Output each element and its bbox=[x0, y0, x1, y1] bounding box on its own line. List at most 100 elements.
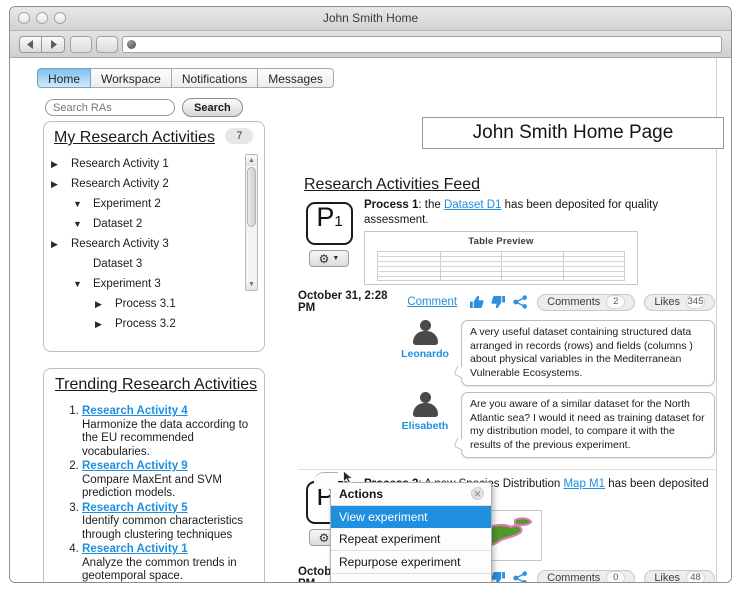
trending-research-activities-panel: Trending Research Activities Research Ac… bbox=[43, 368, 265, 583]
trending-list: Research Activity 4Harmonize the data ac… bbox=[56, 405, 254, 583]
comment-author-name[interactable]: Leonardo bbox=[394, 348, 456, 360]
scrollbar-thumb[interactable] bbox=[247, 167, 256, 227]
window-title: John Smith Home bbox=[322, 11, 419, 25]
forward-button[interactable] bbox=[42, 35, 65, 53]
feed-title: Research Activities Feed bbox=[304, 176, 481, 193]
post-actions-button[interactable]: ⚙ ▼ bbox=[309, 250, 349, 267]
comments-count: 2 bbox=[606, 295, 626, 309]
tab-home[interactable]: Home bbox=[37, 68, 92, 88]
tree-node[interactable]: Research Activity 1 bbox=[51, 154, 242, 174]
tree-scrollbar[interactable]: ▲ ▼ bbox=[245, 154, 258, 291]
share-icon[interactable] bbox=[513, 295, 528, 309]
table-preview[interactable]: Table Preview bbox=[364, 231, 638, 285]
tree-node-label: Research Activity 1 bbox=[71, 158, 169, 170]
chevron-down-icon[interactable] bbox=[73, 194, 85, 214]
chevron-right-icon[interactable] bbox=[51, 154, 63, 174]
menu-item-view-experiment[interactable]: View experiment bbox=[331, 506, 491, 528]
toolbar-button-1[interactable] bbox=[70, 35, 92, 53]
tree-node[interactable]: Research Activity 3 bbox=[51, 234, 242, 254]
address-bar[interactable] bbox=[122, 35, 722, 53]
tree-node[interactable]: Experiment 2 bbox=[51, 194, 242, 214]
tree-node[interactable]: Dataset 3 bbox=[51, 254, 242, 274]
globe-icon bbox=[127, 39, 136, 49]
tree-node[interactable]: Process 3.2 bbox=[51, 314, 242, 334]
avatar bbox=[411, 392, 440, 419]
trending-description: Harmonize the data according to the EU r… bbox=[82, 418, 249, 458]
likes-pill[interactable]: Likes 48 bbox=[644, 569, 715, 582]
tree-node[interactable]: Dataset 2 bbox=[51, 214, 242, 234]
tree-node[interactable]: Research Activity 2 bbox=[51, 174, 242, 194]
chevron-down-icon: ▼ bbox=[332, 255, 340, 262]
post-body: Process 1: the Dataset D1 has been depos… bbox=[364, 198, 715, 285]
search-button[interactable]: Search bbox=[182, 98, 243, 117]
likes-pill[interactable]: Likes 345 bbox=[644, 293, 715, 311]
chevron-right-icon[interactable] bbox=[95, 294, 107, 314]
trending-list-item: Research Activity 4Harmonize the data ac… bbox=[82, 405, 254, 459]
main-tabs: Home Workspace Notifications Messages bbox=[37, 68, 334, 88]
comments-count: 0 bbox=[606, 571, 626, 582]
comments-pill[interactable]: Comments 2 bbox=[537, 293, 636, 311]
thumbs-down-icon[interactable] bbox=[491, 295, 506, 309]
close-icon[interactable]: ✕ bbox=[471, 487, 484, 500]
scroll-down-arrow[interactable]: ▼ bbox=[246, 279, 257, 290]
page-title-box: John Smith Home Page bbox=[422, 117, 724, 149]
minimize-button[interactable] bbox=[36, 12, 48, 24]
chevron-right-icon[interactable] bbox=[51, 234, 63, 254]
close-button[interactable] bbox=[18, 12, 30, 24]
trending-description: Analyze the common trends in geotemporal… bbox=[82, 556, 237, 583]
mouse-cursor-icon bbox=[343, 470, 354, 484]
tab-notifications[interactable]: Notifications bbox=[171, 68, 259, 88]
tab-messages[interactable]: Messages bbox=[258, 68, 334, 88]
likes-count: 48 bbox=[686, 571, 705, 582]
post-reaction-icons bbox=[469, 295, 528, 309]
my-research-activities-panel: My Research Activities 7 Research Activi… bbox=[43, 121, 265, 352]
browser-window: John Smith Home Home Workspace Notificat… bbox=[9, 6, 732, 583]
chevron-right-icon[interactable] bbox=[95, 314, 107, 334]
post-meta-row: October 31, 2:28 PM Comment Comments 2 L… bbox=[298, 290, 715, 314]
trending-link[interactable]: Research Activity 9 bbox=[82, 460, 254, 474]
scroll-up-arrow[interactable]: ▲ bbox=[246, 155, 257, 166]
menu-item-repurpose-experiment[interactable]: Repurpose experiment bbox=[331, 550, 491, 573]
likes-label: Likes bbox=[654, 296, 680, 308]
tree-node-label: Process 3.2 bbox=[115, 318, 176, 330]
actions-menu-title: Actions bbox=[339, 487, 384, 501]
likes-count: 345 bbox=[686, 295, 705, 309]
zoom-button[interactable] bbox=[54, 12, 66, 24]
post-link-map[interactable]: Map M1 bbox=[563, 478, 605, 490]
post-timestamp: October 31, 2:28 PM bbox=[298, 290, 388, 314]
process-badge[interactable]: P1 bbox=[306, 202, 353, 245]
tab-workspace[interactable]: Workspace bbox=[91, 68, 172, 88]
thumbs-up-icon[interactable] bbox=[469, 295, 484, 309]
back-button[interactable] bbox=[19, 35, 42, 53]
tree-node[interactable]: Process 3.1 bbox=[51, 294, 242, 314]
thumbs-down-icon[interactable] bbox=[491, 571, 506, 583]
post-text: Process 1: the Dataset D1 has been depos… bbox=[364, 198, 715, 228]
trending-link[interactable]: Research Activity 1 bbox=[82, 543, 254, 557]
actions-dropdown-menu: Actions ✕ View experiment Repeat experim… bbox=[314, 472, 492, 582]
process-badge-letter: P bbox=[316, 202, 335, 232]
chevron-down-icon[interactable] bbox=[73, 214, 85, 234]
post-link-dataset[interactable]: Dataset D1 bbox=[444, 199, 502, 211]
trending-link[interactable]: Research Activity 4 bbox=[82, 405, 254, 419]
menu-item-repeat-experiment[interactable]: Repeat experiment bbox=[331, 528, 491, 550]
post-divider bbox=[298, 469, 715, 470]
research-activities-tree: Research Activity 1 Research Activity 2 Ex… bbox=[51, 154, 242, 334]
trending-link[interactable]: Research Activity 5 bbox=[82, 502, 254, 516]
my-research-activities-title: My Research Activities bbox=[54, 129, 215, 146]
comments-pill[interactable]: Comments 0 bbox=[537, 569, 636, 582]
trending-description: Compare MaxEnt and SVM prediction models… bbox=[82, 473, 222, 500]
chevron-down-icon[interactable] bbox=[73, 274, 85, 294]
comment-author-block: Leonardo bbox=[394, 320, 456, 360]
tree-node[interactable]: Experiment 3 bbox=[51, 274, 242, 294]
trending-title: Trending Research Activities bbox=[55, 376, 258, 393]
window-titlebar: John Smith Home bbox=[10, 7, 731, 31]
comment-item: Elisabeth Are you aware of a similar dat… bbox=[394, 392, 715, 458]
share-icon[interactable] bbox=[513, 571, 528, 583]
post-comment-link[interactable]: Comment bbox=[407, 296, 457, 308]
page-title: John Smith Home Page bbox=[472, 122, 674, 143]
comment-author-name[interactable]: Elisabeth bbox=[394, 420, 456, 432]
toolbar-button-2[interactable] bbox=[96, 35, 118, 53]
trending-list-item: Research Activity 9Compare MaxEnt and SV… bbox=[82, 460, 254, 501]
search-input[interactable] bbox=[45, 99, 175, 116]
chevron-right-icon[interactable] bbox=[51, 174, 63, 194]
